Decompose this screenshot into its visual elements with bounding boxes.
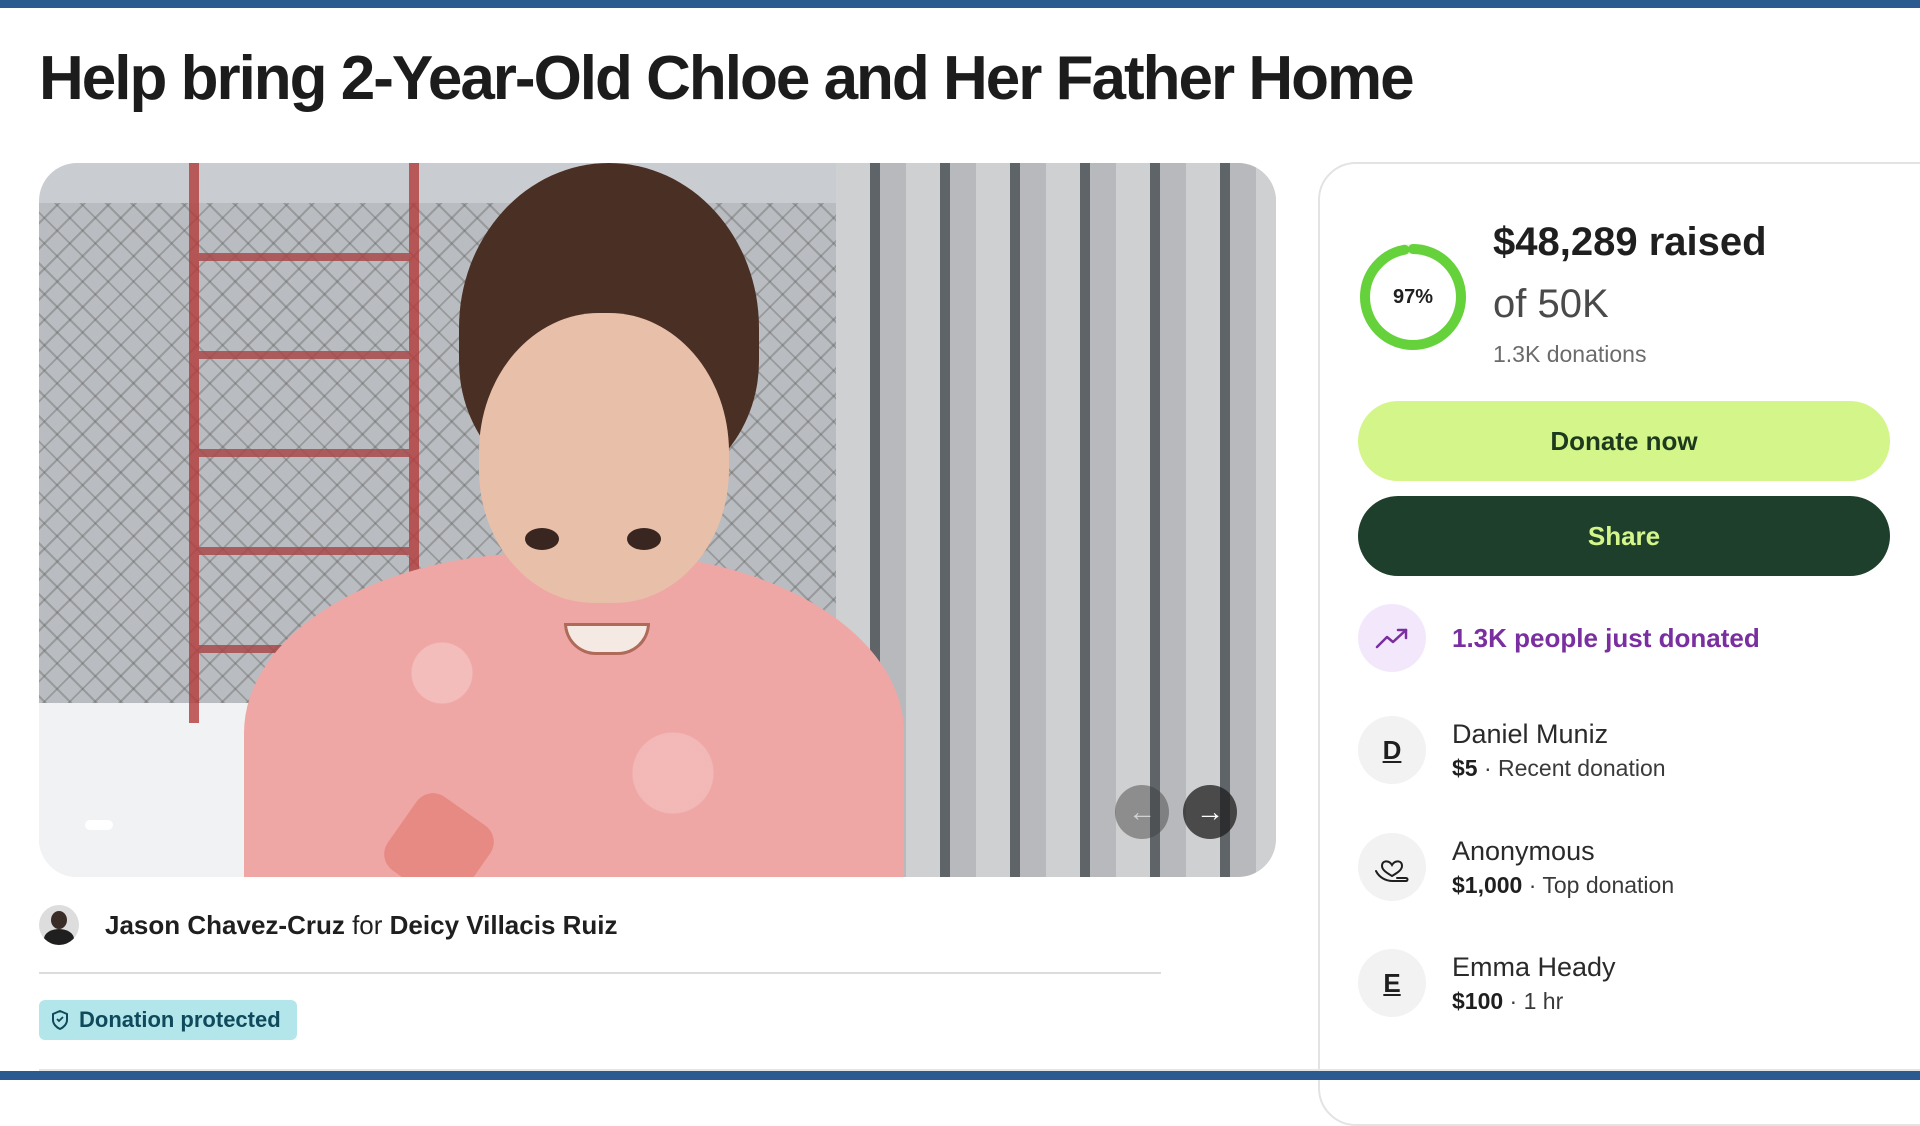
window-bottom-border <box>0 1071 1920 1080</box>
shield-icon <box>52 1010 68 1030</box>
goal-amount: of 50K <box>1493 282 1609 326</box>
arrow-right-icon: → <box>1196 796 1224 827</box>
page-title: Help bring 2-Year-Old Chloe and Her Fath… <box>39 44 1415 113</box>
amount-raised: $48,289 raised <box>1493 220 1767 264</box>
donor-initial: D <box>1358 716 1426 784</box>
gallery-dot-indicator[interactable] <box>85 820 113 830</box>
donor-item: Anonymous $1,000 · Top donation <box>1358 833 1674 901</box>
trend-label: 1.3K people just donated <box>1452 622 1760 653</box>
donor-amount: $1,000 <box>1452 872 1523 898</box>
donor-note: · Recent donation <box>1477 755 1666 781</box>
organizer-row: Jason Chavez-Cruz for Deicy Villacis Rui… <box>39 905 618 945</box>
photo-child-face <box>479 313 729 603</box>
donor-note: · 1 hr <box>1503 988 1564 1014</box>
photo-child-eye <box>525 528 559 550</box>
donation-protected-badge[interactable]: Donation protected <box>39 1000 297 1040</box>
campaign-photo[interactable]: ← → <box>39 163 1276 877</box>
donation-count: 1.3K donations <box>1493 341 1647 367</box>
organizer-avatar[interactable] <box>39 905 79 945</box>
progress-percent: 97% <box>1392 285 1434 308</box>
gallery-prev-button[interactable]: ← <box>1115 785 1169 839</box>
section-divider <box>39 972 1161 974</box>
donor-item: E Emma Heady $100 · 1 hr <box>1358 949 1616 1017</box>
badge-label: Donation protected <box>79 1007 281 1032</box>
photo-child-body <box>244 553 904 877</box>
trend-row: 1.3K people just donated <box>1358 604 1760 672</box>
donor-name: Emma Heady <box>1452 952 1616 982</box>
donor-amount: $5 <box>1452 755 1478 781</box>
avatar-shoulders <box>44 929 74 945</box>
window-top-border <box>0 0 1920 8</box>
donor-name: Daniel Muniz <box>1452 719 1609 749</box>
donor-name: Anonymous <box>1452 836 1595 866</box>
organizer-text: Jason Chavez-Cruz for Deicy Villacis Rui… <box>105 910 618 941</box>
organizer-connector: for <box>352 909 383 940</box>
photo-child-eye <box>627 528 661 550</box>
gallery-next-button[interactable]: → <box>1183 785 1237 839</box>
donor-amount: $100 <box>1452 988 1504 1014</box>
organizer-name[interactable]: Jason Chavez-Cruz <box>105 910 345 940</box>
donate-now-button[interactable]: Donate now <box>1358 401 1890 481</box>
avatar-head <box>51 911 67 929</box>
donor-item: D Daniel Muniz $5 · Recent donation <box>1358 716 1666 784</box>
donor-note: · Top donation <box>1522 872 1675 898</box>
arrow-left-icon: ← <box>1128 796 1156 827</box>
heart-hand-icon <box>1358 833 1426 901</box>
share-button[interactable]: Share <box>1358 496 1890 576</box>
beneficiary-name[interactable]: Deicy Villacis Ruiz <box>390 910 618 940</box>
donor-initial: E <box>1358 949 1426 1017</box>
trending-up-icon <box>1358 604 1426 672</box>
